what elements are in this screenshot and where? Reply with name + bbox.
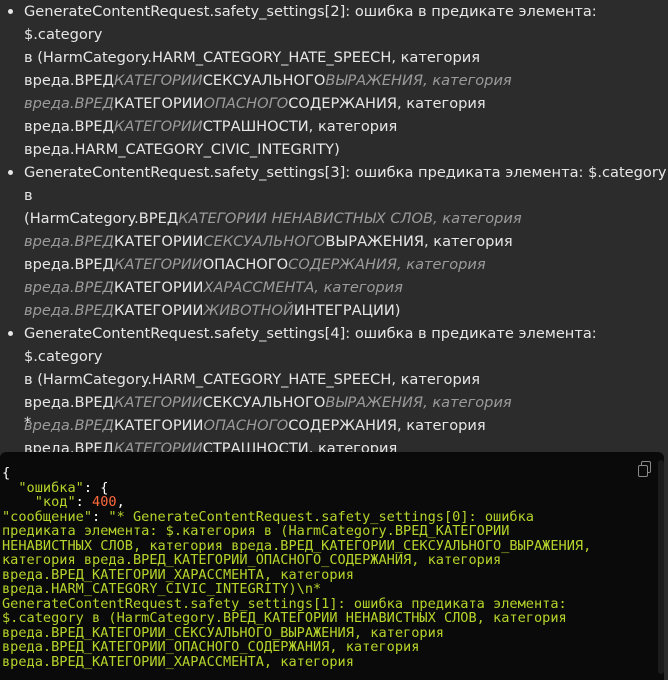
text-segment: ОПАСНОГО <box>202 256 289 273</box>
code-line: "сообщение": "* GenerateContentRequest.s… <box>2 509 664 525</box>
code-line: "код": 400, <box>2 495 664 510</box>
text-segment: вреда.ВРЕД <box>24 72 114 89</box>
bullet-line: вреда.ВРЕДКАТЕГОРИИСТРАШНОСТИ, категория <box>24 115 668 138</box>
code-line: вреда.HARM_CATEGORY_CIVIC_INTEGRITY)\n* <box>2 582 664 597</box>
italic-segment: КАТЕГОРИИ <box>113 118 203 135</box>
copy-icon[interactable] <box>636 460 654 478</box>
bullet-line: (HarmCategory.ВРЕДКАТЕГОРИИ НЕНАВИСТНЫХ … <box>24 207 668 230</box>
bullet-line: GenerateContentRequest.safety_settings[2… <box>24 0 668 46</box>
bullet-line: вреда.ВРЕДКАТЕГОРИИОПАСНОГОСОДЕРЖАНИЯ, к… <box>24 414 668 437</box>
italic-segment: ВЫРАЖЕНИЯ, категория <box>325 394 512 411</box>
code-content: { "ошибка": { "код": 400, "сообщение": "*… <box>0 452 664 669</box>
italic-segment: вреда.ВРЕД <box>24 417 114 434</box>
italic-segment: вреда.ВРЕД <box>24 302 114 319</box>
text-segment: КАТЕГОРИИ <box>113 279 204 296</box>
italic-segment: вреда.ВРЕД <box>24 95 114 112</box>
code-scrollbar[interactable] <box>658 460 664 674</box>
code-line: НЕНАВИСТНЫХ СЛОВ, категория вреда.ВРЕД_К… <box>2 538 664 554</box>
italic-segment: ОПАСНОГО <box>203 95 289 112</box>
italic-segment: КАТЕГОРИИ <box>113 72 203 89</box>
bullet-line: вреда.ВРЕДКАТЕГОРИИОПАСНОГОСОДЕРЖАНИЯ, к… <box>24 92 668 115</box>
message-body: GenerateContentRequest.safety_settings[2… <box>0 0 668 480</box>
text-segment: ВЫРАЖЕНИЯ, категория <box>325 233 513 250</box>
text-segment: ИНТЕГРАЦИИ) <box>293 302 401 319</box>
bullet-line: в (HarmCategory.HARM_CATEGORY_HATE_SPEEC… <box>24 368 668 391</box>
code-line: вреда.ВРЕД_КАТЕГОРИИ_ОПАСНОГО_СОДЕРЖАНИЯ… <box>2 640 664 655</box>
code-line: вреда.ВРЕД_КАТЕГОРИИ_ХАРАССМЕНТА, катего… <box>2 567 664 583</box>
text-segment: в (HarmCategory.HARM_CATEGORY_HATE_SPEEC… <box>24 49 480 66</box>
bullet-line: в (HarmCategory.HARM_CATEGORY_HATE_SPEEC… <box>24 46 668 69</box>
bullet-line: GenerateContentRequest.safety_settings[4… <box>24 322 668 368</box>
text-segment: СЕКСУАЛЬНОГО <box>202 394 326 411</box>
text-segment: СТРАШНОСТИ, категория <box>202 118 398 135</box>
bullet-line: вреда.ВРЕДКАТЕГОРИИСЕКСУАЛЬНОГОВЫРАЖЕНИЯ… <box>24 69 668 92</box>
text-segment: КАТЕГОРИИ <box>113 417 204 434</box>
italic-segment: ВЫРАЖЕНИЯ, категория <box>325 72 512 89</box>
text-segment: СОДЕРЖАНИЯ, категория <box>288 417 486 434</box>
bullet-line: вреда.HARM_CATEGORY_CIVIC_INTEGRITY) <box>24 138 668 161</box>
text-segment: (HarmCategory.ВРЕД <box>24 210 179 227</box>
italic-segment: КАТЕГОРИИ <box>113 394 203 411</box>
text-segment: GenerateContentRequest.safety_settings[3… <box>24 164 667 204</box>
code-line: "ошибка": { <box>2 480 664 496</box>
italic-segment: вреда.ВРЕД <box>24 233 114 250</box>
bullet-line: GenerateContentRequest.safety_settings[3… <box>24 161 668 207</box>
code-line: $.category в (HarmCategory.ВРЕД_КАТЕГОРИ… <box>2 611 664 626</box>
text-segment: GenerateContentRequest.safety_settings[2… <box>24 3 597 43</box>
error-bullet-item: GenerateContentRequest.safety_settings[3… <box>0 161 668 322</box>
text-segment: вреда.ВРЕД <box>24 256 114 273</box>
italic-segment: СЕКСУАЛЬНОГО <box>203 233 326 250</box>
bullet-line: вреда.ВРЕДКАТЕГОРИИСЕКСУАЛЬНОГОВЫРАЖЕНИЯ… <box>24 391 668 414</box>
text-segment: СЕКСУАЛЬНОГО <box>202 72 326 89</box>
italic-segment: ЖИВОТНОЙ <box>203 302 294 319</box>
error-bullet-item: GenerateContentRequest.safety_settings[2… <box>0 0 668 161</box>
text-segment: КАТЕГОРИИ <box>113 95 204 112</box>
text-segment: GenerateContentRequest.safety_settings[4… <box>24 325 597 365</box>
code-line: вреда.ВРЕД_КАТЕГОРИИ_СЕКСУАЛЬНОГО_ВЫРАЖЕ… <box>2 625 664 641</box>
italic-segment: ОПАСНОГО <box>203 417 289 434</box>
italic-segment: КАТЕГОРИИ НЕНАВИСТНЫХ СЛОВ, категория <box>178 210 522 227</box>
italic-segment: ХАРАССМЕНТА, категория <box>203 279 403 296</box>
code-line: { <box>2 466 664 481</box>
code-line: вреда.ВРЕД_КАТЕГОРИИ_ХАРАССМЕНТА, катего… <box>2 653 664 670</box>
text-segment: КАТЕГОРИИ <box>113 302 204 319</box>
italic-segment: КАТЕГОРИИ <box>113 256 203 273</box>
bullet-line: вреда.ВРЕДКАТЕГОРИИХАРАССМЕНТА, категори… <box>24 276 668 299</box>
text-segment: СОДЕРЖАНИЯ, категория <box>288 95 486 112</box>
italic-segment: СОДЕРЖАНИЯ, категория <box>288 256 486 273</box>
error-bullet-list: GenerateContentRequest.safety_settings[2… <box>0 0 668 483</box>
trailing-star: * <box>24 414 32 431</box>
text-segment: вреда.ВРЕД <box>24 118 114 135</box>
code-block: { "ошибка": { "код": 400, "сообщение": "*… <box>0 452 664 680</box>
bullet-line: вреда.ВРЕДКАТЕГОРИИОПАСНОГОСОДЕРЖАНИЯ, к… <box>24 253 668 276</box>
bullet-line: вреда.ВРЕДКАТЕГОРИИЖИВОТНОЙИНТЕГРАЦИИ) <box>24 299 668 322</box>
code-line: GenerateContentRequest.safety_settings[1… <box>2 596 664 612</box>
code-token: вреда.ВРЕД_КАТЕГОРИИ_ХАРАССМЕНТА, катего… <box>2 653 354 670</box>
text-segment: вреда.HARM_CATEGORY_CIVIC_INTEGRITY) <box>24 141 340 158</box>
code-line: категория вреда.ВРЕД_КАТЕГОРИИ_ОПАСНОГО_… <box>2 553 664 568</box>
text-segment: вреда.ВРЕД <box>24 394 114 411</box>
text-segment: в (HarmCategory.HARM_CATEGORY_HATE_SPEEC… <box>24 371 480 388</box>
italic-segment: вреда.ВРЕД <box>24 279 114 296</box>
code-line: предиката элемента: $.категория в (HarmC… <box>2 524 664 539</box>
bullet-line: вреда.ВРЕДКАТЕГОРИИСЕКСУАЛЬНОГОВЫРАЖЕНИЯ… <box>24 230 668 253</box>
text-segment: КАТЕГОРИИ <box>113 233 204 250</box>
